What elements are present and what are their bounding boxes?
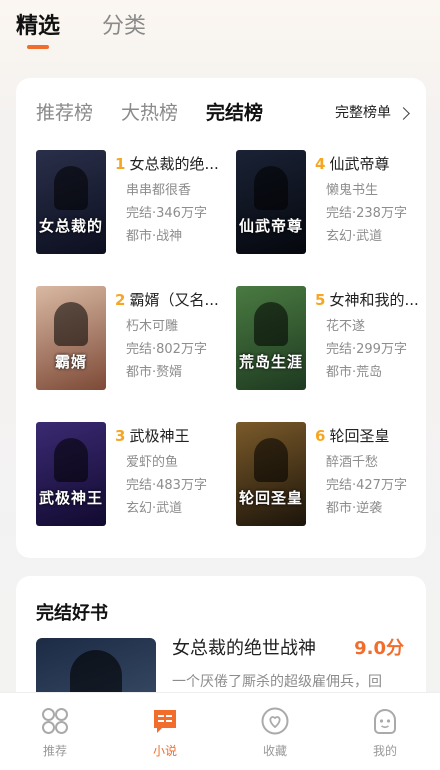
cover-title-art: 仙武帝尊 [238,217,303,235]
rank-book-item[interactable]: 霸婿 2 霸婿（又名... 朽木可雕 完结·802万字 都市·赘婿 [36,286,226,394]
book-title-row: 1 女总裁的绝... [115,154,225,174]
book-author: 醉酒千愁 [326,455,379,470]
book-status: 完结·238万字 [326,206,407,221]
book-genre: 都市·战神 [126,229,183,244]
book-cover: 轮回圣皇 [236,422,306,526]
nav-item-recommend[interactable]: 推荐 [0,693,110,770]
book-author: 懒鬼书生 [326,183,379,198]
book-status: 完结·346万字 [126,206,207,221]
rank-number: 5 [315,291,326,309]
featured-book-title[interactable]: 女总裁的绝世战神 [172,636,316,662]
cover-figure-icon [54,438,88,482]
cover-figure-icon [54,166,88,210]
cover-figure-icon [254,166,288,210]
cover-title-art: 女总裁的 [38,217,103,235]
book-title: 仙武帝尊 [329,155,390,173]
heart-icon [261,707,289,735]
tab-category[interactable]: 分类 [102,12,146,42]
book-title: 武极神王 [129,427,190,445]
book-status: 完结·299万字 [326,342,407,357]
rank-number: 6 [315,427,326,445]
book-genre: 玄幻·武道 [326,229,383,244]
chevron-right-icon [397,106,410,120]
nav-label: 推荐 [42,744,67,758]
book-title-row: 6 轮回圣皇 [315,426,425,446]
book-genre: 玄幻·武道 [126,501,183,516]
book-author: 串串都很香 [126,183,192,198]
nav-label: 收藏 [262,744,287,758]
book-chat-icon [154,710,176,733]
book-title-row: 3 武极神王 [115,426,225,446]
cover-figure-icon [254,302,288,346]
rank-number: 3 [115,427,126,445]
rank-number: 1 [115,155,126,173]
book-title-row: 2 霸婿（又名... [115,290,225,310]
nav-item-favorites[interactable]: 收藏 [220,693,330,770]
book-genre: 都市·赘婿 [126,365,183,380]
book-genre: 都市·逆袭 [326,501,383,516]
user-icon [374,709,396,734]
rank-book-item[interactable]: 女总裁的 1 女总裁的绝... 串串都很香 完结·346万字 都市·战神 [36,150,226,258]
bottom-navigation: 推荐 小说 收藏 我的 [0,692,440,770]
book-cover: 荒岛生涯 [236,286,306,390]
cover-title-art: 霸婿 [54,353,87,371]
section-title: 完结好书 [36,603,108,624]
book-cover: 仙武帝尊 [236,150,306,254]
top-tab-bar: 精选 分类 [0,0,440,62]
book-status: 完结·427万字 [326,478,407,493]
book-title: 女总裁的绝... [129,155,219,173]
rank-number: 2 [115,291,126,309]
featured-book-score: 9.0分 [354,638,404,659]
tab-recommend-rank[interactable]: 推荐榜 [36,100,93,126]
book-genre: 都市·荒岛 [326,365,383,380]
book-title-row: 4 仙武帝尊 [315,154,425,174]
book-author: 花不遂 [326,319,366,334]
cover-title-art: 荒岛生涯 [238,353,303,371]
book-status: 完结·802万字 [126,342,207,357]
book-title-row: 5 女神和我的... [315,290,425,310]
book-status: 完结·483万字 [126,478,207,493]
rank-number: 4 [315,155,326,173]
rank-book-item[interactable]: 荒岛生涯 5 女神和我的... 花不遂 完结·299万字 都市·荒岛 [236,286,426,394]
book-cover: 女总裁的 [36,150,106,254]
nav-item-mine[interactable]: 我的 [330,693,440,770]
full-list-link[interactable]: 完整榜单 [335,103,410,123]
nav-label: 我的 [372,744,397,758]
grid-icon [42,708,68,734]
ranking-card: 推荐榜 大热榜 完结榜 完整榜单 女总裁的 1 女总裁的绝... 串串都很香 完结… [16,78,426,558]
book-title: 女神和我的... [329,291,419,309]
cover-title-art: 武极神王 [38,489,103,507]
book-cover: 霸婿 [36,286,106,390]
featured-book-description: 一个厌倦了厮杀的超级雇佣兵，回 [172,674,382,690]
cover-figure-icon [254,438,288,482]
tab-hot-rank[interactable]: 大热榜 [121,100,178,126]
tab-featured[interactable]: 精选 [16,12,60,42]
nav-label: 小说 [152,744,177,758]
rank-book-item[interactable]: 轮回圣皇 6 轮回圣皇 醉酒千愁 完结·427万字 都市·逆袭 [236,422,426,530]
book-author: 爱虾的鱼 [126,455,179,470]
cover-figure-icon [54,302,88,346]
cover-title-art: 轮回圣皇 [238,489,303,507]
book-title: 霸婿（又名... [129,291,219,309]
book-cover: 武极神王 [36,422,106,526]
book-author: 朽木可雕 [126,319,179,334]
rank-book-item[interactable]: 武极神王 3 武极神王 爱虾的鱼 完结·483万字 玄幻·武道 [36,422,226,530]
active-tab-indicator [27,45,49,49]
full-list-label: 完整榜单 [335,105,391,121]
rank-book-item[interactable]: 仙武帝尊 4 仙武帝尊 懒鬼书生 完结·238万字 玄幻·武道 [236,150,426,258]
tab-completed-rank[interactable]: 完结榜 [206,100,263,126]
nav-item-novel[interactable]: 小说 [110,693,220,770]
book-title: 轮回圣皇 [329,427,390,445]
